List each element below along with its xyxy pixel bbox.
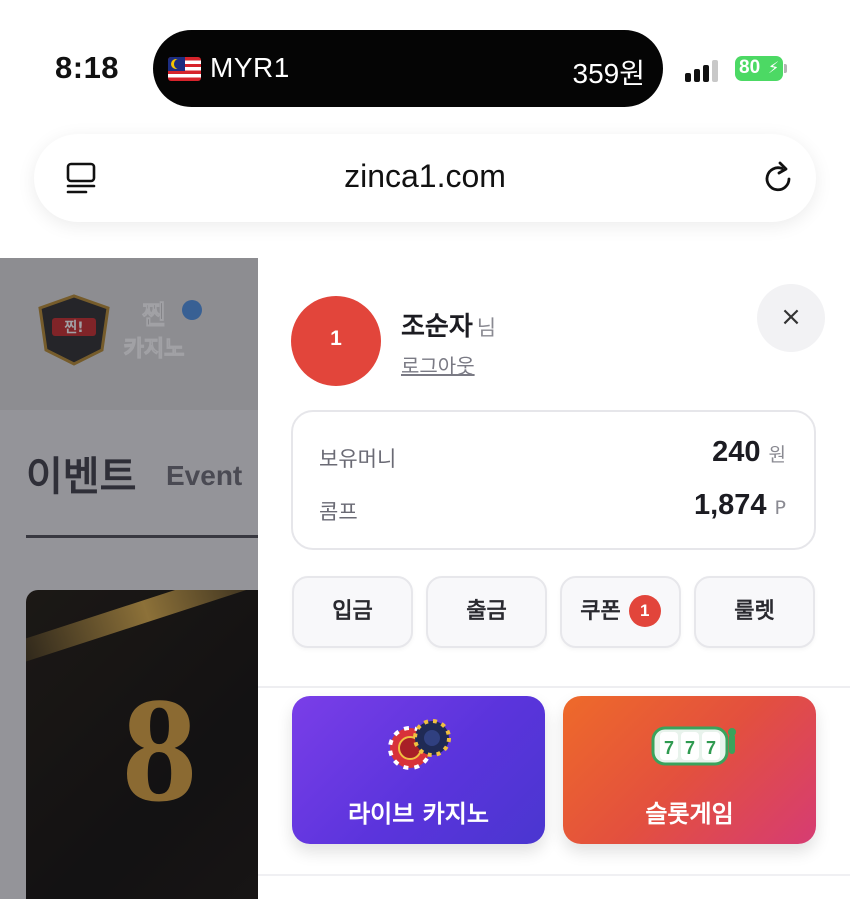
slot-game-label: 슬롯게임: [645, 800, 734, 828]
screen: 8:18 MYR1 359원 80 ⚡ zinca1.com 찐! 찐 카지노 …: [0, 0, 850, 899]
bottom-divider: [258, 874, 850, 876]
casino-chips-icon: [388, 719, 451, 770]
comp-unit: P: [774, 497, 786, 519]
money-amount: 240: [712, 436, 761, 468]
island-currency: MYR1: [210, 52, 290, 83]
reload-icon[interactable]: [760, 160, 796, 196]
money-value: 240 원: [712, 436, 786, 469]
battery-percent: 80: [739, 57, 761, 78]
avatar: 1: [291, 296, 381, 386]
status-time: 8:18: [55, 50, 120, 85]
dynamic-island-live-activity[interactable]: MYR1 359원: [153, 30, 663, 107]
close-button[interactable]: ×: [757, 284, 825, 352]
money-unit: 원: [768, 444, 786, 466]
background-page: 찐! 찐 카지노 이벤트 Event 8: [0, 258, 258, 899]
slot-machine-icon: 7 7 7: [651, 726, 736, 766]
comp-label: 콤프: [319, 500, 358, 524]
money-label: 보유머니: [319, 447, 397, 471]
browser-toolbar: zinca1.com: [0, 120, 850, 258]
roulette-button[interactable]: 룰렛: [694, 576, 815, 648]
live-casino-button[interactable]: 라이브 카지노: [292, 696, 545, 844]
coupon-button[interactable]: 쿠폰 1: [560, 576, 681, 648]
status-bar: 8:18 MYR1 359원 80 ⚡: [0, 0, 850, 120]
svg-text:7: 7: [664, 738, 674, 758]
dim-overlay[interactable]: [0, 258, 258, 899]
url-text[interactable]: zinca1.com: [34, 158, 816, 195]
balance-card: 보유머니 240 원 콤프 1,874 P: [291, 410, 816, 550]
section-divider: [258, 686, 850, 688]
coupon-count-badge: 1: [628, 595, 661, 627]
island-amount: 359원: [572, 58, 645, 89]
logout-link[interactable]: 로그아웃: [401, 350, 475, 379]
cellular-signal-icon: [685, 60, 725, 82]
user-name: 조순자 님: [401, 306, 496, 343]
comp-amount: 1,874: [693, 489, 767, 521]
deposit-button[interactable]: 입금: [292, 576, 413, 648]
user-name-text: 조순자: [401, 312, 473, 342]
address-bar[interactable]: zinca1.com: [34, 134, 816, 222]
malaysia-flag-icon: [168, 57, 201, 81]
withdraw-button[interactable]: 출금: [426, 576, 547, 648]
live-casino-label: 라이브 카지노: [348, 800, 489, 828]
user-name-suffix: 님: [476, 316, 497, 340]
avatar-level: 1: [330, 327, 342, 350]
charging-bolt-icon: ⚡: [768, 58, 780, 77]
svg-text:7: 7: [706, 738, 716, 758]
battery-icon: 80 ⚡: [735, 56, 787, 81]
slot-game-button[interactable]: 7 7 7 슬롯게임: [563, 696, 816, 844]
svg-text:7: 7: [685, 738, 695, 758]
comp-value: 1,874 P: [694, 489, 786, 522]
coupon-label: 쿠폰: [580, 599, 621, 624]
user-side-panel: 1 조순자 님 로그아웃 × 보유머니 240 원 콤프 1,874 P 입금 출금 …: [258, 258, 850, 899]
